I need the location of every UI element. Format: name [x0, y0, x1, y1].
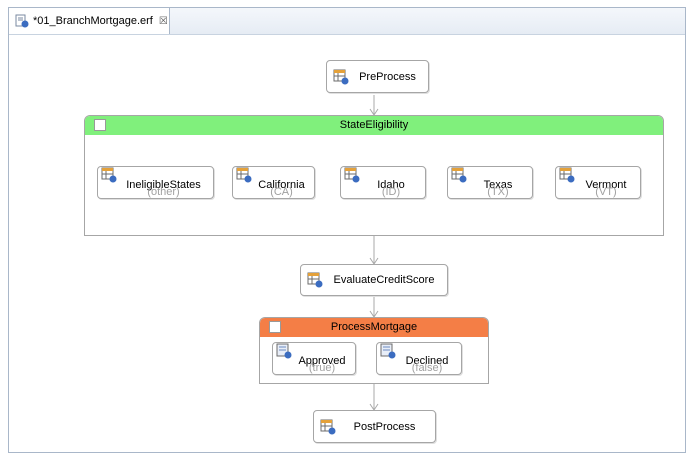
- rule-table-icon: [307, 272, 323, 288]
- group-header: StateEligibility: [85, 116, 663, 135]
- editor-window: *01_BranchMortgage.erf ☒ PreProcess Stat…: [8, 7, 686, 453]
- node-condition: (TX): [487, 186, 509, 198]
- state-node-texas[interactable]: Texas (TX): [447, 166, 533, 199]
- state-node-idaho[interactable]: Idaho (ID): [340, 166, 426, 199]
- rule-script-icon: [380, 343, 396, 359]
- process-node-approved[interactable]: Approved (true): [272, 342, 356, 375]
- group-title: StateEligibility: [339, 119, 409, 131]
- evaluate-credit-score-node[interactable]: EvaluateCreditScore: [300, 264, 448, 296]
- editor-tab-bar: *01_BranchMortgage.erf ☒: [9, 8, 685, 35]
- close-icon[interactable]: ☒: [159, 16, 168, 27]
- rule-table-icon: [451, 167, 467, 183]
- node-condition: (false): [411, 362, 443, 374]
- state-node-california[interactable]: California (CA): [232, 166, 315, 199]
- process-node-declined[interactable]: Declined (false): [376, 342, 462, 375]
- state-node-vermont[interactable]: Vermont (VT): [555, 166, 641, 199]
- group-title: ProcessMortgage: [330, 321, 418, 333]
- rule-table-icon: [559, 167, 575, 183]
- node-condition: (other): [147, 186, 180, 198]
- node-label: EvaluateCreditScore: [333, 274, 435, 286]
- node-label: PostProcess: [353, 420, 416, 433]
- node-condition: (VT): [595, 186, 617, 198]
- diagram-canvas: PreProcess StateEligibility IneligibleSt…: [9, 35, 685, 452]
- node-condition: (CA): [270, 186, 293, 198]
- ruleflow-file-icon: [15, 14, 29, 28]
- editor-tab[interactable]: *01_BranchMortgage.erf ☒: [9, 8, 170, 34]
- state-node-ineligible[interactable]: IneligibleStates (other): [97, 166, 214, 199]
- rule-table-icon: [236, 167, 252, 183]
- rule-table-icon: [333, 69, 349, 84]
- group-header: ProcessMortgage: [260, 318, 488, 337]
- connectors: [369, 95, 379, 411]
- rule-script-icon: [276, 343, 292, 359]
- postprocess-node[interactable]: PostProcess: [313, 410, 436, 443]
- rule-table-icon: [101, 167, 117, 183]
- node-condition: (true): [308, 362, 336, 374]
- preprocess-node[interactable]: PreProcess: [326, 60, 429, 93]
- node-label: PreProcess: [359, 70, 416, 83]
- rule-table-icon: [320, 419, 336, 434]
- node-condition: (ID): [381, 186, 401, 198]
- rule-table-icon: [344, 167, 360, 183]
- tab-title: *01_BranchMortgage.erf: [33, 15, 153, 27]
